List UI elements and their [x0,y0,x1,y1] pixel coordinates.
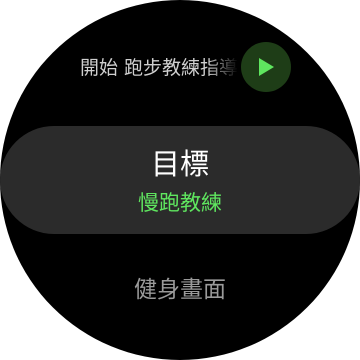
target-card[interactable]: 目標 慢跑教練 [0,126,360,234]
start-play-button[interactable] [241,42,291,92]
start-coaching-label: 開始 跑步教練指導 [80,57,238,79]
target-title: 目標 [150,147,209,181]
workout-screen-item[interactable]: 健身畫面 [0,270,360,310]
start-coaching-row[interactable]: 開始 跑步教練指導 [0,40,360,96]
target-value: 慢跑教練 [138,191,222,215]
play-icon [259,58,274,76]
watch-screen: 開始 跑步教練指導 目標 慢跑教練 健身畫面 [0,0,360,360]
